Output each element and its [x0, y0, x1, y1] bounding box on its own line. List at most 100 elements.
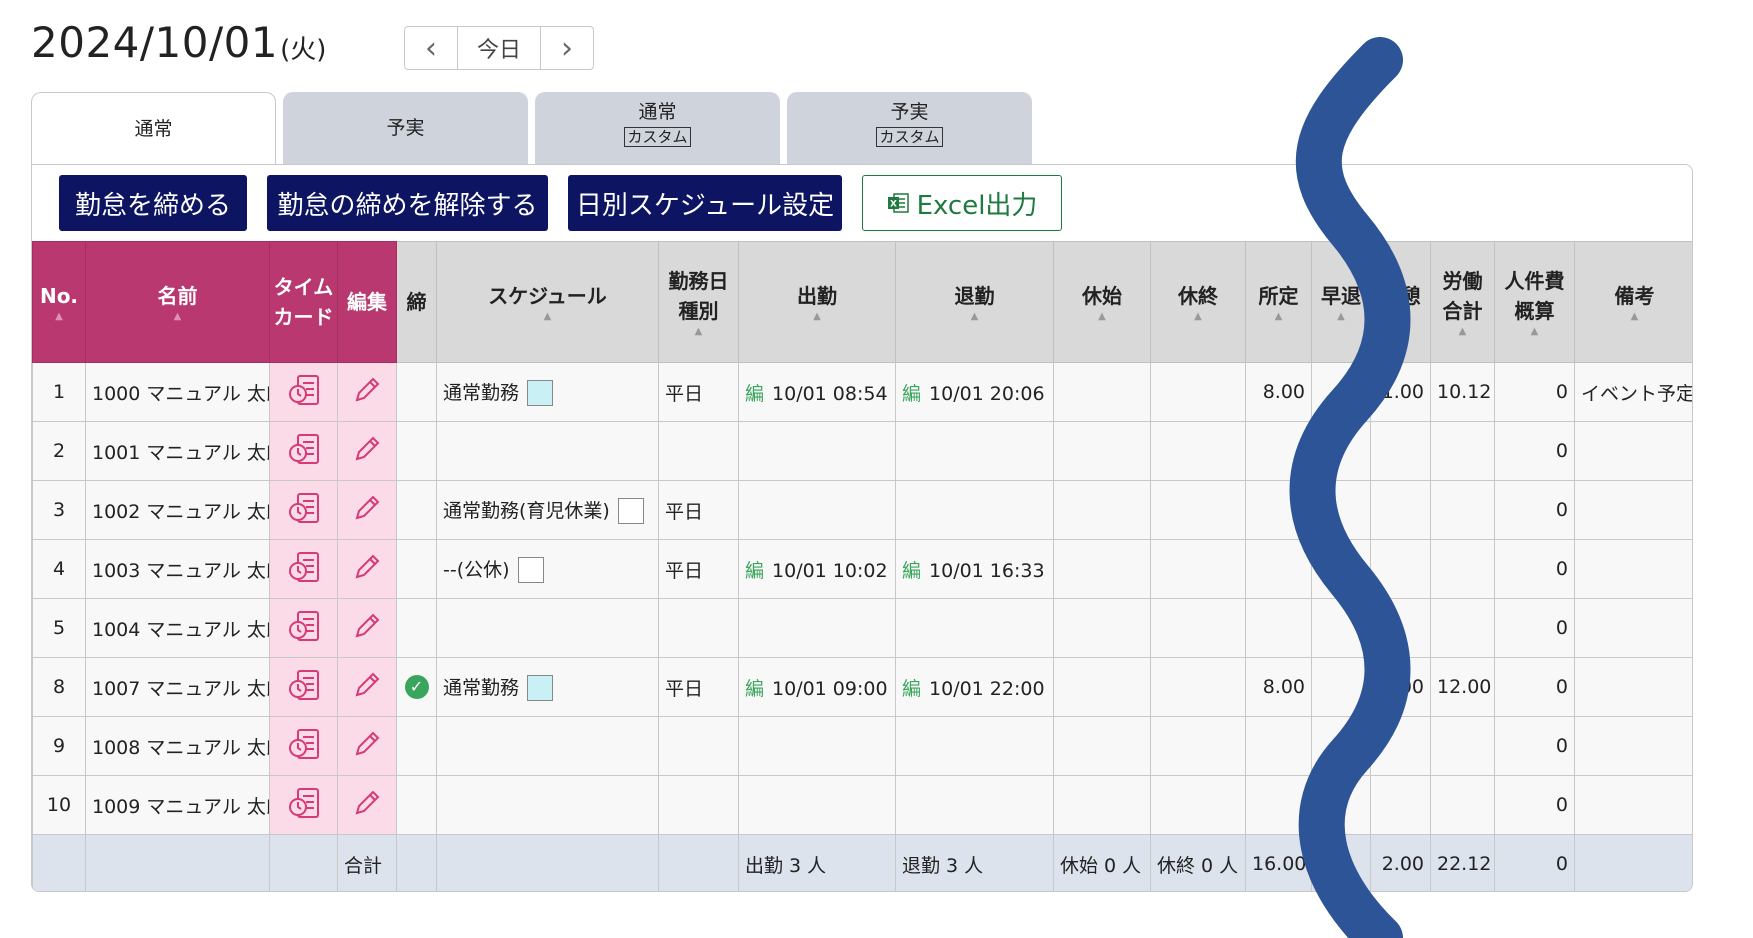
pencil-icon [351, 554, 383, 588]
break-start-cell [1053, 716, 1151, 776]
col-scheduled[interactable]: 所定 ▲ [1245, 241, 1312, 363]
col-labor[interactable]: 労働 合計 ▲ [1430, 241, 1495, 363]
clockin-cell: 編 10/01 10:02 [738, 539, 896, 599]
excel-export-button[interactable]: X Excel出力 [862, 175, 1062, 231]
edited-mark: 編 [745, 559, 765, 582]
notes-cell [1574, 421, 1692, 481]
col-name[interactable]: 名前 ▲ [85, 241, 270, 363]
timecard-button[interactable] [269, 716, 338, 776]
total-scheduled: 16.00 [1245, 834, 1312, 891]
labor-cost: 0 [1494, 657, 1575, 717]
labor-cost: 0 [1494, 775, 1575, 835]
total-rest: 2.00 [1370, 834, 1431, 891]
scheduled-hours [1245, 421, 1312, 481]
clockout-cell: 編 10/01 22:00 [895, 657, 1054, 717]
schedule-cell[interactable] [436, 598, 659, 658]
table-row: 1 1000 マニュアル 太郎 通常勤務 平日編 10/01 08:54 編 10/01 2… [32, 362, 1692, 422]
rest-hours [1370, 716, 1431, 776]
timecard-button[interactable] [269, 539, 338, 599]
edit-button[interactable] [337, 480, 397, 540]
clockout-cell: 編 10/01 20:06 [895, 362, 1054, 422]
labor-cost: 0 [1494, 716, 1575, 776]
timecard-button[interactable] [269, 657, 338, 717]
edit-button[interactable] [337, 657, 397, 717]
timecard-button[interactable] [269, 480, 338, 540]
col-schedule[interactable]: スケジュール ▲ [436, 241, 659, 363]
excel-export-label: Excel出力 [916, 190, 1038, 221]
table-row: 3 1002 マニュアル 太郎 通常勤務(育児休業) 平日 0 [32, 480, 1692, 540]
clockout-cell [895, 480, 1054, 540]
tab-plan-actual-custom[interactable]: 予実 カスタム [787, 92, 1032, 164]
day-type: 平日 [658, 657, 739, 717]
col-closed: 締 [396, 241, 437, 363]
col-break-start[interactable]: 休始 ▲ [1053, 241, 1151, 363]
table-row: 2 1001 マニュアル 太郎 0 [32, 421, 1692, 481]
col-notes[interactable]: 備考 ▲ [1574, 241, 1692, 363]
next-day-button[interactable]: › [541, 27, 593, 69]
col-clockout[interactable]: 退勤 ▲ [895, 241, 1054, 363]
tab-plan-actual[interactable]: 予実 [283, 92, 528, 164]
clockout-cell [895, 598, 1054, 658]
schedule-cell[interactable] [436, 775, 659, 835]
edit-button[interactable] [337, 598, 397, 658]
col-no[interactable]: No. ▲ [32, 241, 86, 363]
schedule-cell[interactable]: 通常勤務 [436, 657, 659, 717]
table-row: 10 1009 マニュアル 太郎 0 [32, 775, 1692, 835]
timecard-icon [287, 728, 321, 766]
notes-cell [1574, 539, 1692, 599]
daily-schedule-button[interactable]: 日別スケジュール設定 [568, 175, 842, 231]
labor-cost: 0 [1494, 480, 1575, 540]
timecard-button[interactable] [269, 775, 338, 835]
timecard-button[interactable] [269, 598, 338, 658]
rest-hours [1370, 421, 1431, 481]
schedule-color-box [617, 498, 644, 525]
tab-normal-custom[interactable]: 通常 カスタム [535, 92, 780, 164]
edit-button[interactable] [337, 539, 397, 599]
schedule-cell[interactable]: 通常勤務(育児休業) [436, 480, 659, 540]
col-timecard: タイム カード [269, 241, 338, 363]
schedule-cell[interactable]: 通常勤務 [436, 362, 659, 422]
schedule-cell[interactable]: --(公休) [436, 539, 659, 599]
tab-normal[interactable]: 通常 [31, 92, 276, 166]
clockout-time: 10/01 22:00 [929, 677, 1045, 700]
col-rest[interactable]: 休憩 ▲ [1370, 241, 1431, 363]
break-end-cell [1150, 480, 1246, 540]
timecard-button[interactable] [269, 362, 338, 422]
pencil-icon [351, 495, 383, 529]
sort-icon: ▲ [1530, 326, 1539, 337]
col-daytype[interactable]: 勤務日 種別 ▲ [658, 241, 739, 363]
break-start-cell [1053, 539, 1151, 599]
labor-total [1430, 539, 1495, 599]
scheduled-hours [1245, 775, 1312, 835]
timecard-button[interactable] [269, 421, 338, 481]
closed-cell [396, 716, 437, 776]
scheduled-hours [1245, 539, 1312, 599]
unclose-attendance-button[interactable]: 勤怠の締めを解除する [267, 175, 548, 231]
closed-cell: ✓ [396, 657, 437, 717]
early-leave-cell [1311, 480, 1371, 540]
col-break-end[interactable]: 休終 ▲ [1150, 241, 1246, 363]
edit-button[interactable] [337, 362, 397, 422]
edit-button[interactable] [337, 775, 397, 835]
row-no: 10 [32, 775, 86, 835]
edit-button[interactable] [337, 421, 397, 481]
row-no: 9 [32, 716, 86, 776]
early-leave-cell [1311, 539, 1371, 599]
clockin-time: 10/01 08:54 [772, 382, 888, 405]
col-cost[interactable]: 人件費 概算 ▲ [1494, 241, 1575, 363]
edit-button[interactable] [337, 716, 397, 776]
schedule-cell[interactable] [436, 716, 659, 776]
schedule-cell[interactable] [436, 421, 659, 481]
clockout-cell [895, 716, 1054, 776]
today-button[interactable]: 今日 [457, 27, 541, 69]
col-clockin[interactable]: 出勤 ▲ [738, 241, 896, 363]
prev-day-button[interactable]: ‹ [405, 27, 457, 69]
close-attendance-button[interactable]: 勤怠を締める [59, 175, 247, 231]
pencil-icon [351, 436, 383, 470]
row-no: 3 [32, 480, 86, 540]
sort-icon: ▲ [1396, 311, 1405, 322]
row-no: 2 [32, 421, 86, 481]
col-early[interactable]: 早退 ▲ [1311, 241, 1371, 363]
schedule-color-box [527, 675, 554, 702]
timecard-icon [287, 551, 321, 589]
